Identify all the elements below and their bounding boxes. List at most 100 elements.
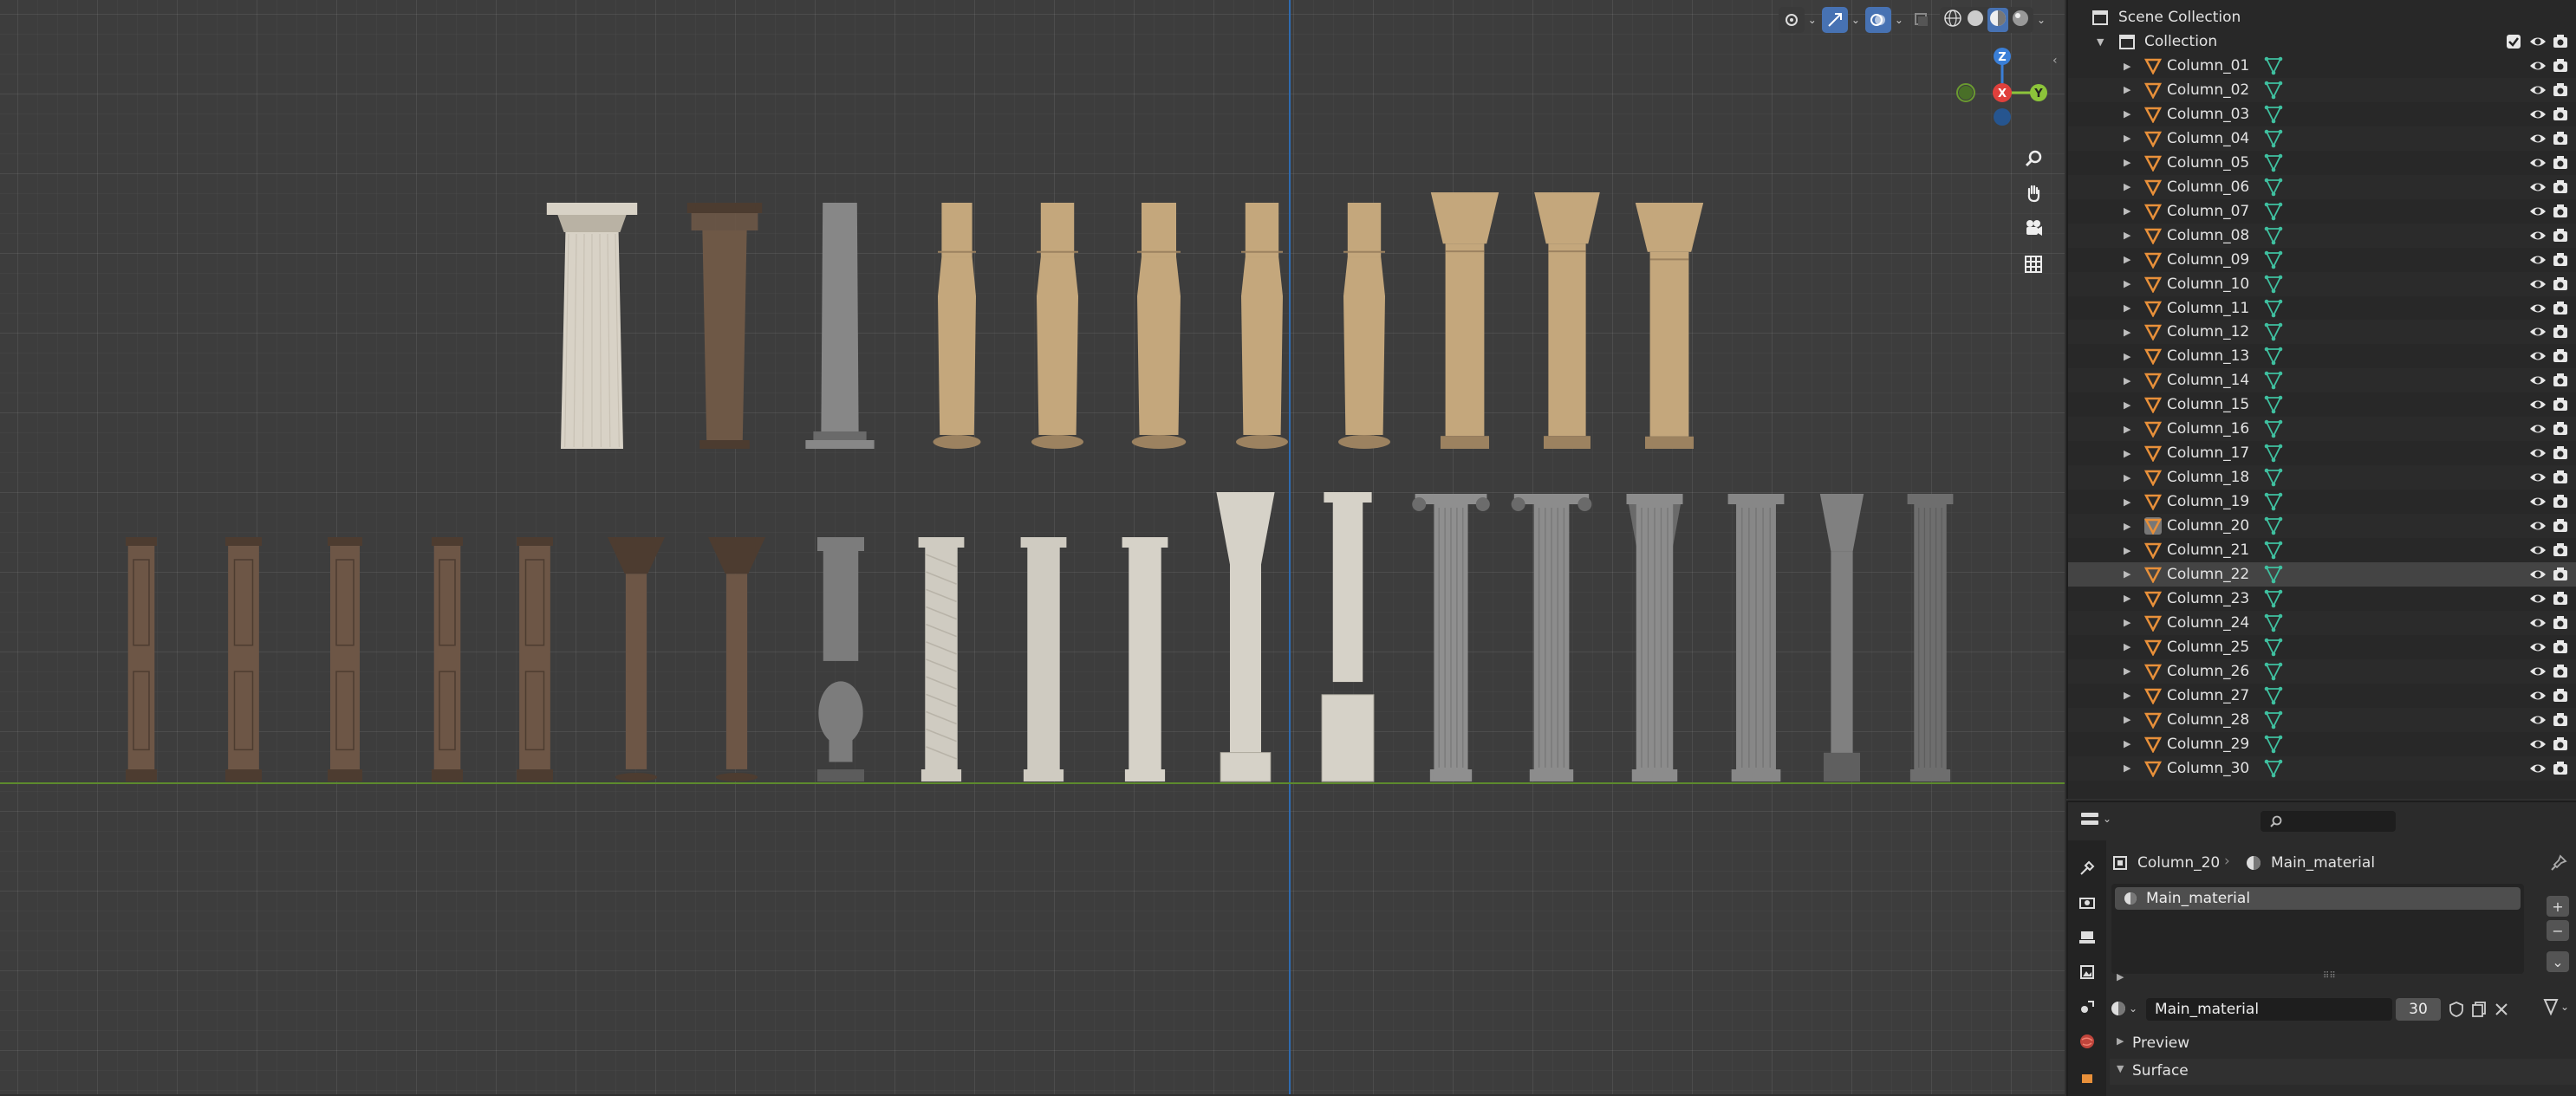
eye-icon[interactable]: [2529, 106, 2547, 123]
outliner-item[interactable]: ▶ Column_25: [2068, 635, 2576, 659]
eye-icon[interactable]: [2529, 420, 2547, 438]
outliner-item[interactable]: ▶ Column_07: [2068, 199, 2576, 224]
view-object-types-icon[interactable]: [1778, 7, 1805, 33]
mesh-data-icon[interactable]: [2264, 638, 2283, 657]
wireframe-shading-icon[interactable]: [1942, 8, 1963, 32]
expand-triangle-icon[interactable]: ▶: [2124, 738, 2130, 749]
overlay-toggle-icon[interactable]: [1864, 7, 1891, 33]
eye-icon[interactable]: [2529, 154, 2547, 172]
outliner-item[interactable]: ▶ Column_17: [2068, 441, 2576, 465]
collection-row[interactable]: ▼ Collection: [2068, 29, 2576, 54]
mesh-data-icon[interactable]: [2264, 153, 2283, 172]
expand-triangle-icon[interactable]: ▶: [2124, 157, 2130, 168]
eye-icon[interactable]: [2529, 33, 2547, 50]
outliner-item[interactable]: ▶ Column_13: [2068, 344, 2576, 368]
column-model[interactable]: [608, 537, 665, 781]
outliner-item[interactable]: ▶ Column_23: [2068, 587, 2576, 611]
outliner-item[interactable]: ▶ Column_04: [2068, 126, 2576, 151]
user-count-button[interactable]: 30: [2396, 998, 2441, 1021]
camera-render-icon[interactable]: [2552, 469, 2569, 486]
outliner-item[interactable]: ▶ Column_10: [2068, 271, 2576, 296]
add-slot-button[interactable]: +: [2547, 896, 2569, 917]
object-tab-icon[interactable]: [2073, 1062, 2101, 1090]
column-model[interactable]: [1819, 494, 1864, 781]
column-model[interactable]: [805, 203, 875, 449]
eye-icon[interactable]: [2529, 614, 2547, 632]
expand-triangle-icon[interactable]: ▶: [2124, 617, 2130, 628]
mesh-data-icon[interactable]: [2264, 226, 2283, 245]
mesh-data-icon[interactable]: [2264, 492, 2283, 511]
material-slot-row[interactable]: Main_material: [2115, 887, 2521, 910]
rendered-shading-icon[interactable]: [2010, 8, 2031, 32]
column-model[interactable]: [126, 537, 157, 781]
eye-icon[interactable]: [2529, 566, 2547, 583]
column-model[interactable]: [1635, 203, 1704, 449]
chevron-down-icon[interactable]: ⌄: [1851, 14, 1860, 26]
outliner-item[interactable]: ▶ Column_29: [2068, 732, 2576, 756]
column-model[interactable]: [1236, 203, 1288, 449]
camera-render-icon[interactable]: [2552, 517, 2569, 535]
expand-triangle-icon[interactable]: ▶: [2124, 690, 2130, 701]
camera-render-icon[interactable]: [2552, 566, 2569, 583]
material-preview-shading-icon[interactable]: [1987, 8, 2008, 32]
camera-render-icon[interactable]: [2552, 33, 2569, 50]
mesh-data-icon[interactable]: [2264, 589, 2283, 608]
mesh-data-icon[interactable]: [2264, 613, 2283, 632]
camera-render-icon[interactable]: [2552, 347, 2569, 365]
column-model[interactable]: [1216, 492, 1275, 782]
column-model[interactable]: [1412, 494, 1490, 781]
camera-render-icon[interactable]: [2552, 736, 2569, 753]
column-model[interactable]: [225, 537, 262, 781]
outliner-item[interactable]: ▶ Column_06: [2068, 174, 2576, 199]
column-model[interactable]: [918, 537, 965, 781]
eye-icon[interactable]: [2529, 517, 2547, 535]
column-model[interactable]: [686, 203, 763, 449]
mesh-data-icon[interactable]: [2264, 444, 2283, 463]
column-model[interactable]: [328, 537, 362, 781]
mesh-data-icon[interactable]: [2264, 299, 2283, 318]
column-model[interactable]: [432, 537, 463, 781]
camera-render-icon[interactable]: [2552, 639, 2569, 656]
column-model[interactable]: [1020, 537, 1067, 781]
column-model[interactable]: [1122, 537, 1168, 781]
camera-render-icon[interactable]: [2552, 420, 2569, 438]
camera-render-icon[interactable]: [2552, 493, 2569, 510]
outliner-item[interactable]: ▶ Column_15: [2068, 392, 2576, 417]
column-model[interactable]: [817, 537, 864, 781]
mesh-data-icon[interactable]: [2264, 759, 2283, 778]
scene-tab-icon[interactable]: [2073, 993, 2101, 1021]
expand-triangle-icon[interactable]: ▶: [2124, 665, 2130, 677]
column-model[interactable]: [1626, 494, 1683, 781]
remove-slot-button[interactable]: −: [2547, 920, 2569, 941]
mesh-data-icon[interactable]: [2264, 250, 2283, 269]
outliner-item[interactable]: ▶ Column_26: [2068, 658, 2576, 684]
eye-icon[interactable]: [2529, 323, 2547, 340]
outliner-item[interactable]: ▶ Column_14: [2068, 368, 2576, 393]
camera-render-icon[interactable]: [2552, 396, 2569, 413]
camera-render-icon[interactable]: [2552, 687, 2569, 704]
view-layer-tab-icon[interactable]: [2073, 958, 2101, 986]
editor-type-dropdown[interactable]: ⌄: [2080, 811, 2111, 827]
expand-triangle-icon[interactable]: ▶: [2124, 448, 2130, 459]
column-model[interactable]: [708, 537, 765, 781]
chevron-down-icon[interactable]: ⌄: [1895, 14, 1903, 26]
outliner-item[interactable]: ▶ Column_03: [2068, 102, 2576, 126]
eye-icon[interactable]: [2529, 203, 2547, 220]
xray-icon[interactable]: [1909, 7, 1935, 33]
mesh-data-icon[interactable]: [2264, 516, 2283, 535]
outliner-item[interactable]: ▶ Column_18: [2068, 465, 2576, 490]
camera-render-icon[interactable]: [2552, 251, 2569, 269]
outliner-panel[interactable]: Scene Collection ▼ Collection ▶ Column_01…: [2066, 0, 2576, 799]
navigation-gizmo[interactable]: Z Y X: [1950, 39, 2054, 143]
column-model[interactable]: [1511, 494, 1592, 781]
outliner-item[interactable]: ▶ Column_05: [2068, 151, 2576, 175]
mesh-data-icon[interactable]: [2264, 710, 2283, 730]
column-model[interactable]: [1430, 192, 1499, 449]
expand-triangle-icon[interactable]: ▶: [2124, 568, 2130, 580]
expand-triangle-icon[interactable]: ▶: [2124, 714, 2130, 725]
column-model[interactable]: [1907, 494, 1954, 781]
properties-search-input[interactable]: [2261, 811, 2396, 832]
camera-render-icon[interactable]: [2552, 663, 2569, 680]
expand-triangle-icon[interactable]: ▶: [2124, 61, 2130, 72]
world-tab-icon[interactable]: [2073, 1028, 2101, 1055]
